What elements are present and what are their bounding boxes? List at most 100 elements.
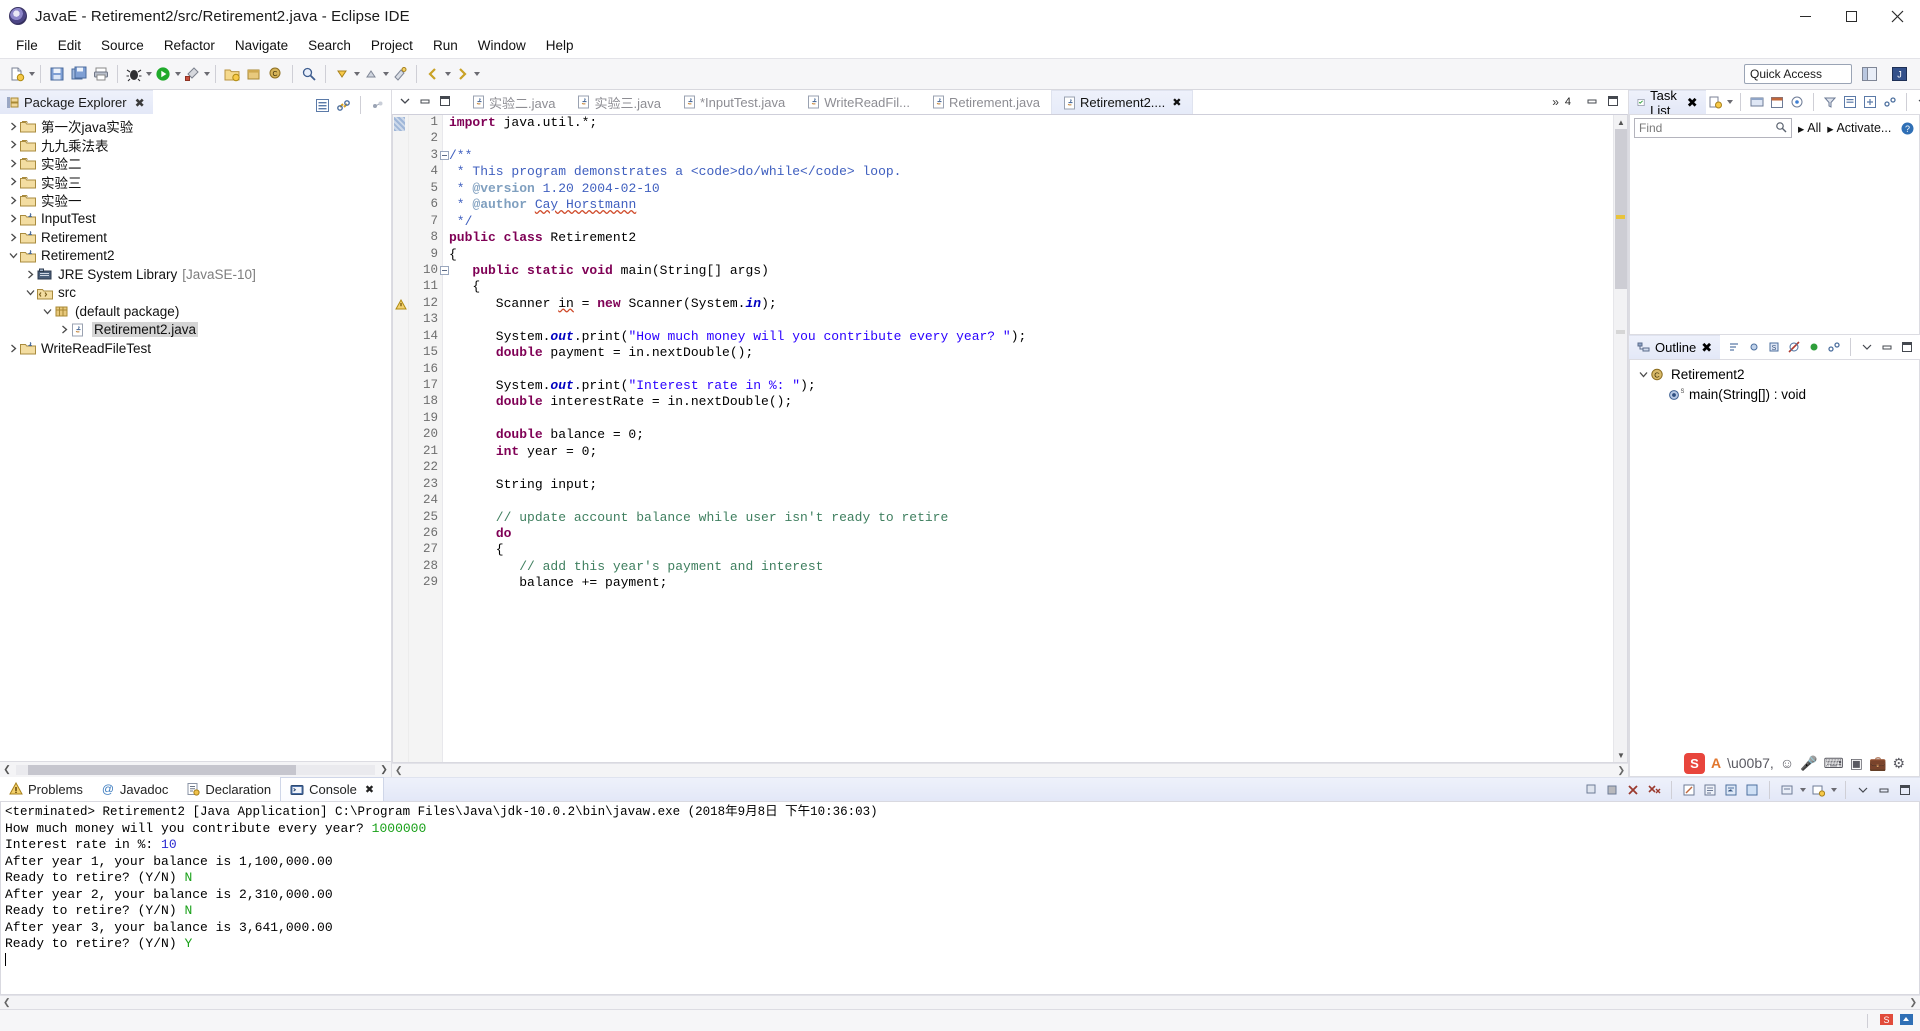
editor-tab[interactable]: 实验二.java	[461, 90, 567, 114]
hide-local-icon[interactable]	[1805, 338, 1823, 356]
save-icon[interactable]	[46, 63, 68, 85]
toolbox-icon[interactable]: 💼	[1869, 755, 1886, 772]
chevron-right-icon[interactable]	[6, 230, 20, 244]
java-perspective-icon[interactable]: J	[1888, 62, 1912, 86]
outline-item[interactable]: Smain(String[]) : void	[1630, 384, 1919, 404]
close-icon[interactable]: ✖	[1701, 340, 1712, 356]
scroll-lock-icon[interactable]	[1701, 781, 1719, 799]
close-icon[interactable]: ✖	[1172, 96, 1181, 109]
hscroll-track[interactable]	[16, 764, 375, 775]
chevron-down-icon[interactable]	[23, 286, 37, 300]
close-icon[interactable]: ✖	[365, 783, 374, 796]
collapse-all-icon[interactable]	[1841, 93, 1859, 111]
menu-help[interactable]: Help	[536, 35, 584, 56]
remove-all-terminated-icon[interactable]	[1645, 781, 1663, 799]
chevron-down-icon[interactable]	[1636, 367, 1650, 381]
focus-icon[interactable]	[1788, 93, 1806, 111]
save-all-icon[interactable]	[68, 63, 90, 85]
scroll-right-icon[interactable]: ❯	[1617, 765, 1625, 776]
chevron-right-icon[interactable]	[6, 341, 20, 355]
bottom-tab[interactable]: Declaration	[177, 777, 280, 801]
hide-nonpublic-icon[interactable]	[1785, 338, 1803, 356]
tree-item[interactable]: 实验二	[0, 154, 391, 173]
tree-item[interactable]: 第一次java实验	[0, 117, 391, 136]
editor-tabs[interactable]: 实验二.java 实验三.java *InputTest.java WriteRead…	[461, 90, 1546, 114]
tree-item[interactable]: src	[0, 284, 391, 303]
word-wrap-icon[interactable]	[1722, 781, 1740, 799]
editor-hscrollbar[interactable]: ❮ ❯	[392, 763, 1628, 777]
new-icon[interactable]	[6, 63, 28, 85]
new-console-caret[interactable]	[1831, 787, 1837, 792]
link-icon[interactable]	[1881, 93, 1899, 111]
tab-outline[interactable]: Outline ✖	[1629, 335, 1721, 359]
minimize-console-icon[interactable]	[1875, 781, 1893, 799]
chevron-down-icon[interactable]	[40, 304, 54, 318]
vscroll-thumb[interactable]	[1615, 129, 1627, 289]
new-task-icon[interactable]	[1706, 93, 1724, 111]
editor-tab[interactable]: *InputTest.java	[671, 90, 797, 114]
close-icon[interactable]: ✖	[135, 96, 145, 110]
tree-item[interactable]: 实验三	[0, 173, 391, 192]
sogou-ime-toolbar[interactable]: S A \u00b7, ☺ 🎤 ⌨ ▣ 💼 ⚙	[1683, 750, 1905, 776]
hide-static-icon[interactable]: S	[1765, 338, 1783, 356]
tab-overflow-chevron-icon[interactable]: »	[1552, 95, 1559, 109]
editor-tab[interactable]: Retirement.java	[920, 90, 1051, 114]
keyboard-icon[interactable]: ⌨	[1824, 755, 1844, 772]
tree-item[interactable]: Retirement	[0, 228, 391, 247]
menu-window[interactable]: Window	[468, 35, 536, 56]
new-task-caret[interactable]	[1726, 100, 1733, 104]
notification-icon[interactable]: S	[1879, 1012, 1894, 1030]
chevron-right-icon[interactable]	[6, 175, 20, 189]
chevron-right-icon[interactable]	[6, 193, 20, 207]
menu-search[interactable]: Search	[298, 35, 361, 56]
chevron-right-icon[interactable]	[6, 138, 20, 152]
run-icon[interactable]	[152, 63, 174, 85]
new-class-icon[interactable]: C	[265, 63, 287, 85]
package-explorer-hscrollbar[interactable]: ❮ ❯	[0, 761, 391, 777]
last-edit-location-icon[interactable]	[389, 63, 411, 85]
chevron-right-icon[interactable]	[57, 323, 71, 337]
chevron-right-icon[interactable]	[6, 156, 20, 170]
link-with-editor-icon[interactable]	[334, 96, 352, 114]
open-console-icon[interactable]	[1778, 781, 1796, 799]
new-console-view-icon[interactable]	[1809, 781, 1827, 799]
bottom-tabs[interactable]: Problems @ Javadoc Declaration Console ✖	[0, 777, 385, 801]
view-menu-icon[interactable]	[1854, 781, 1872, 799]
tree-item[interactable]: Retirement2.java	[0, 321, 391, 340]
new-java-project-icon[interactable]	[221, 63, 243, 85]
editor-marker-column[interactable]	[393, 115, 409, 762]
tree-item[interactable]: 实验一	[0, 191, 391, 210]
overview-marker[interactable]	[1616, 330, 1625, 334]
maximize-button[interactable]	[1828, 0, 1874, 32]
view-menu-icon[interactable]	[1914, 93, 1920, 111]
minimize-button[interactable]	[1782, 0, 1828, 32]
menu-run[interactable]: Run	[423, 35, 468, 56]
open-perspective-icon[interactable]	[1858, 62, 1882, 86]
scroll-left-icon[interactable]: ❮	[3, 997, 11, 1008]
editor-tab[interactable]: 实验三.java	[566, 90, 672, 114]
search-icon[interactable]	[1775, 121, 1787, 136]
hide-fields-icon[interactable]	[1745, 338, 1763, 356]
code-editor[interactable]: 1 2 3 4 5 6 7 8 9 10 11 12 13 14 15 16 17 18 19 20 21 22 23 24 2…	[392, 114, 1628, 763]
tree-item[interactable]: 九九乘法表	[0, 136, 391, 155]
search-icon[interactable]	[298, 63, 320, 85]
bottom-tab[interactable]: @ Javadoc	[92, 777, 177, 801]
package-explorer-tree[interactable]: 第一次java实验 九九乘法表 实验二 实验三 实验一 InputTest Retireme…	[0, 114, 391, 761]
chevron-right-icon[interactable]	[6, 212, 20, 226]
scroll-up-icon[interactable]: ▲	[1614, 115, 1628, 129]
settings-icon[interactable]: ⚙	[1892, 755, 1905, 772]
emoji-icon[interactable]: ☺	[1780, 755, 1794, 771]
quick-access-input[interactable]: Quick Access	[1744, 64, 1852, 84]
maximize-console-icon[interactable]	[1896, 781, 1914, 799]
sogou-logo-icon[interactable]: S	[1683, 752, 1705, 774]
overview-warning-marker[interactable]	[1616, 215, 1625, 219]
debug-icon[interactable]	[123, 63, 145, 85]
minimize-editor-icon[interactable]	[1585, 94, 1599, 111]
scroll-right-icon[interactable]: ❯	[1909, 997, 1917, 1008]
clear-console-icon[interactable]	[1680, 781, 1698, 799]
close-button[interactable]	[1874, 0, 1920, 32]
maximize-view-icon[interactable]	[438, 94, 452, 111]
chevron-right-icon[interactable]	[6, 119, 20, 133]
terminate-icon[interactable]	[1603, 781, 1621, 799]
remove-launch-icon[interactable]	[1624, 781, 1642, 799]
